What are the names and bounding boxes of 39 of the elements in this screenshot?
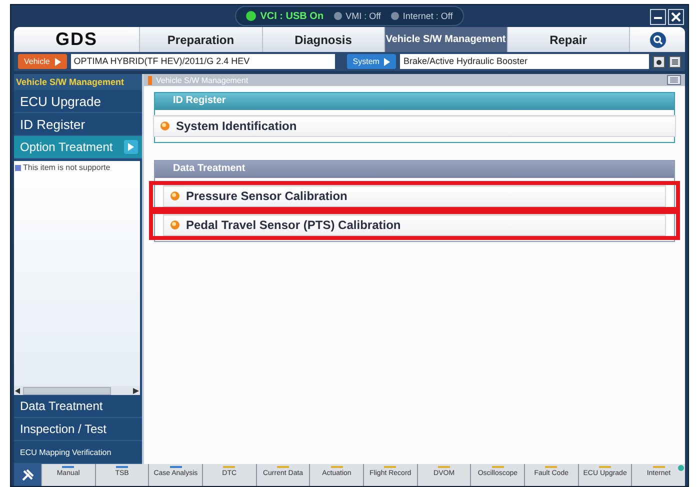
vehicle-field[interactable]: OPTIMA HYBRID(TF HEV)/2011/G 2.4 HEV: [70, 54, 335, 69]
search-icon[interactable]: [650, 32, 666, 48]
document-icon[interactable]: [669, 56, 681, 68]
vehicle-button[interactable]: Vehicle: [18, 54, 67, 69]
status-label: VCI : USB On: [260, 10, 324, 22]
arrow-icon: [54, 58, 61, 66]
arrow-icon: [384, 58, 390, 66]
scroll-left-icon[interactable]: [15, 388, 21, 394]
bullet-icon: [170, 220, 180, 230]
nav-tab[interactable]: Repair: [506, 27, 629, 52]
info-text: This item is not supporte: [23, 163, 110, 172]
close-icon: [670, 11, 682, 23]
tools-button[interactable]: [14, 464, 41, 486]
info-icon: [15, 164, 21, 170]
menu-item[interactable]: Pressure Sensor Calibration: [163, 185, 666, 207]
tools-icon: [20, 468, 34, 482]
nav-tab[interactable]: Vehicle S/W Management: [384, 27, 506, 52]
minimize-button[interactable]: [650, 9, 666, 25]
bullet-icon: [170, 191, 180, 201]
status-label: VMI : Off: [346, 11, 381, 21]
nav-tab[interactable]: Diagnosis: [262, 27, 384, 52]
horizontal-scrollbar[interactable]: [14, 386, 140, 395]
nav-tab[interactable]: Preparation: [139, 27, 262, 52]
section-title: Data Treatment: [155, 161, 674, 178]
system-button[interactable]: System: [346, 54, 396, 69]
sidebar-title: Vehicle S/W Management: [14, 74, 142, 90]
close-button[interactable]: [668, 9, 684, 25]
status-label: Internet : Off: [402, 11, 453, 21]
system-field[interactable]: Brake/Active Hydraulic Booster: [400, 54, 649, 69]
sidebar-item[interactable]: Option Treatment: [14, 136, 142, 159]
notification-dot-icon: [678, 465, 684, 471]
menu-item[interactable]: System Identification: [153, 115, 676, 137]
section-title: ID Register: [155, 93, 674, 110]
menu-item[interactable]: Pedal Travel Sensor (PTS) Calibration: [163, 214, 666, 236]
breadcrumb: Vehicle S/W Management: [156, 76, 250, 84]
marker-icon: [148, 76, 152, 84]
grid-icon[interactable]: [667, 75, 681, 85]
scroll-right-icon[interactable]: [133, 388, 139, 394]
bullet-icon: [160, 121, 170, 131]
